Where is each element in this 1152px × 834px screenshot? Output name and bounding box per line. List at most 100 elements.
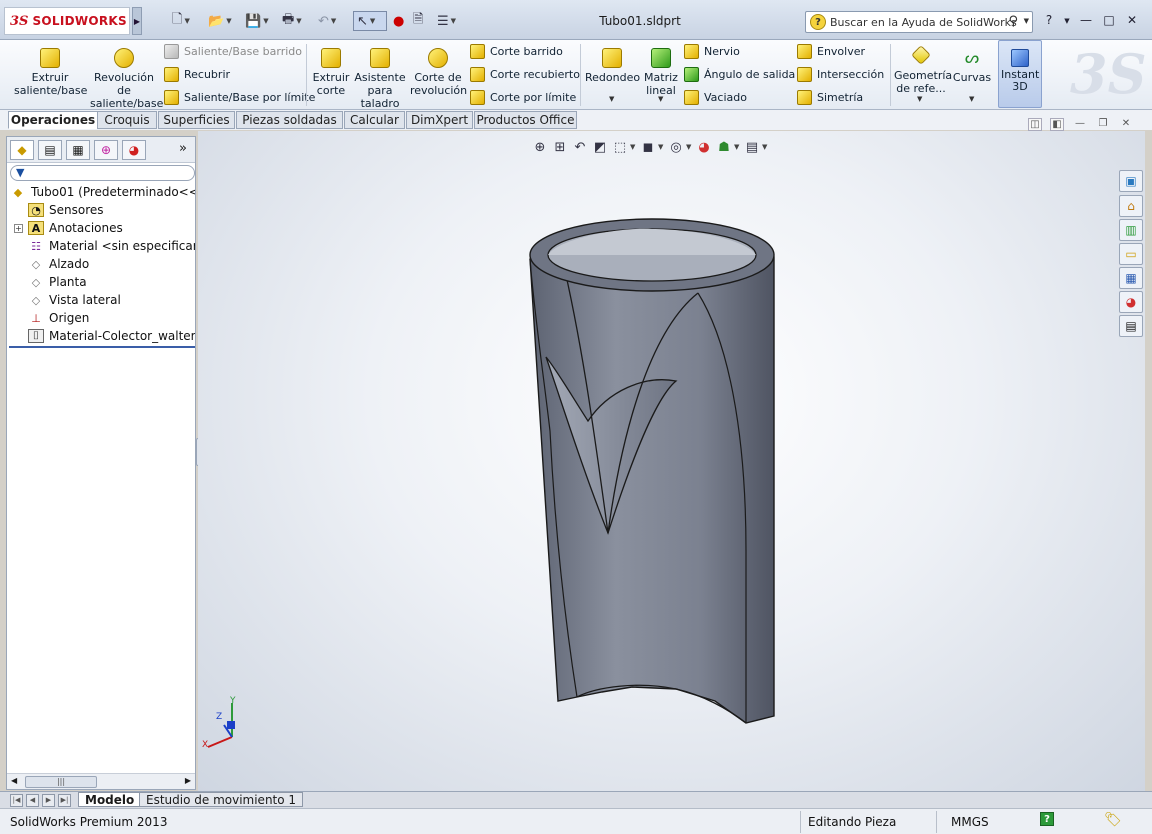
dimxpert-manager-tab[interactable]: ⊕ [94,140,118,160]
tree-item-material[interactable]: ☷ Material <sin especificar> - [28,237,195,255]
expand-anotaciones-icon[interactable]: + [14,224,23,233]
loft-button[interactable]: Recubrir [164,65,230,83]
viewport-minimize-icon[interactable]: — [1073,118,1087,131]
close-button[interactable]: ✕ [1123,13,1141,29]
boundary-boss-button[interactable]: Saliente/Base por límite [164,88,315,106]
undo-button[interactable]: ↶ ▼ [318,11,336,31]
fillet-button[interactable]: Redondeo [585,48,640,84]
rollback-bar[interactable] [9,346,195,348]
next-tab-icon[interactable]: ▶ [42,794,55,807]
tube-part-model[interactable] [198,131,1145,791]
search-icon[interactable]: ⚲ [1008,14,1018,29]
tree-item-sensores[interactable]: ◔ Sensores [28,201,195,219]
curves-button[interactable]: ᔕ Curvas [952,48,992,84]
wrap-button[interactable]: Envolver [797,42,865,60]
revolve-cut-button[interactable]: Corte de revolución [410,48,467,97]
file-explorer-tab[interactable]: ▭ [1119,243,1143,265]
extrude-boss-button[interactable]: Extruir saliente/base [14,48,87,97]
chevron-down-icon[interactable]: ▼ [226,17,231,25]
solidworks-logo[interactable]: 3S SOLIDWORKS [4,7,130,35]
scroll-left-icon[interactable]: ◀ [11,776,17,785]
select-button[interactable]: ↖ ▼ [353,11,387,31]
tree-item-anotaciones[interactable]: A Anotaciones [28,219,195,237]
tree-item-vista-lateral[interactable]: ◇ Vista lateral [28,291,195,309]
expand-panel-icon[interactable]: » [179,141,187,156]
viewport-maximize-icon[interactable]: ❐ [1096,118,1110,131]
file-properties-button[interactable]: 🗎 [413,11,423,31]
tree-item-alzado[interactable]: ◇ Alzado [28,255,195,273]
linear-pattern-button[interactable]: Matriz lineal [642,48,680,97]
help-search-input[interactable]: ? Buscar en la Ayuda de SolidWorks ⚲ ▼ [805,11,1033,33]
draft-button[interactable]: Ángulo de salida [684,65,795,83]
viewport-restore-icon[interactable]: ◫ [1028,118,1042,131]
linear-pattern-dropdown[interactable]: ▼ [658,95,663,103]
tree-filter-input[interactable]: ▼ [10,165,195,181]
tab-estudio-movimiento[interactable]: Estudio de movimiento 1 [139,792,304,807]
property-manager-tab[interactable]: ▤ [38,140,62,160]
intersect-button[interactable]: Intersección [797,65,884,83]
appearances-tab[interactable]: ◕ [1119,291,1143,313]
viewport-close-icon[interactable]: ✕ [1119,118,1133,131]
configuration-manager-tab[interactable]: ▦ [66,140,90,160]
help-menu-button[interactable]: ? [1040,13,1058,29]
fillet-dropdown[interactable]: ▼ [609,95,614,103]
solidworks-resources-tab[interactable]: ▣ [1119,170,1143,192]
revolve-boss-button[interactable]: Revolución de saliente/base [90,48,163,110]
hole-wizard-button[interactable]: Asistente para taladro [354,48,406,110]
tab-calcular[interactable]: Calcular [344,111,405,129]
design-library-tab[interactable]: ⌂ [1119,195,1143,217]
mirror-button[interactable]: Simetría [797,88,863,106]
tab-modelo[interactable]: Modelo [78,792,142,807]
chevron-down-icon[interactable]: ▼ [451,17,456,25]
quick-tips-icon[interactable]: ? [1040,812,1054,826]
open-button[interactable]: 📂 ▼ [208,11,232,31]
chevron-down-icon[interactable]: ▼ [263,17,268,25]
previous-tab-icon[interactable]: ◀ [26,794,39,807]
tree-item-material-colector[interactable]: ⌷ Material-Colector_walter-1 [28,327,195,345]
minimize-button[interactable]: — [1077,13,1095,29]
tab-superficies[interactable]: Superficies [158,111,235,129]
chevron-down-icon[interactable]: ▼ [331,17,336,25]
scrollbar-thumb[interactable]: ||| [25,776,97,788]
viewport-tile-icon[interactable]: ◧ [1050,118,1064,131]
tab-croquis[interactable]: Croquis [97,111,157,129]
tree-item-planta[interactable]: ◇ Planta [28,273,195,291]
curves-dropdown[interactable]: ▼ [969,95,974,103]
tab-operaciones[interactable]: Operaciones [8,111,98,129]
lofted-cut-button[interactable]: Corte recubierto [470,65,580,83]
tab-piezas-soldadas[interactable]: Piezas soldadas [236,111,343,129]
chevron-down-icon[interactable]: ▼ [1024,17,1029,25]
chevron-down-icon[interactable]: ▼ [370,17,375,25]
scroll-right-icon[interactable]: ▶ [185,776,191,785]
help-menu-dropdown[interactable]: ▼ [1058,17,1076,33]
tree-item-origen[interactable]: ⊥ Origen [28,309,195,327]
print-button[interactable]: 🖶 ▼ [282,11,302,31]
feature-manager-tab[interactable]: ◆ [10,140,34,160]
graphics-area[interactable]: ⊕ ⊞ ↶ ◩ ⬚ ▼ ◼ ▼ ◎ ▼ ◕ ☗ ▼ ▤ ▼ Y X Z [198,131,1145,791]
chevron-down-icon[interactable]: ▼ [296,17,301,25]
swept-cut-button[interactable]: Corte barrido [470,42,563,60]
new-document-button[interactable]: 🗋 ▼ [172,11,190,31]
first-tab-icon[interactable]: |◀ [10,794,23,807]
rebuild-button[interactable]: ● [393,11,404,31]
reference-geometry-dropdown[interactable]: ▼ [917,95,922,103]
display-manager-tab[interactable]: ◕ [122,140,146,160]
unit-system-button[interactable]: MMGS [951,813,989,831]
menu-expand-arrow[interactable]: ▶ [132,7,142,35]
save-button[interactable]: 💾 ▼ [245,11,269,31]
design-library-books-tab[interactable]: ▥ [1119,219,1143,241]
extrude-cut-button[interactable]: Extruir corte [311,48,351,97]
custom-properties-tab[interactable]: ▤ [1119,315,1143,337]
tree-horizontal-scrollbar[interactable]: ◀ ||| ▶ [7,773,195,789]
reference-geometry-button[interactable]: Geometría de refe... [894,45,952,95]
tree-root-part[interactable]: ◆ Tubo01 (Predeterminado<<Pr [10,183,195,201]
rib-button[interactable]: Nervio [684,42,740,60]
maximize-button[interactable]: □ [1100,13,1118,29]
last-tab-icon[interactable]: ▶| [58,794,71,807]
instant3d-toggle[interactable]: Instant 3D [998,40,1042,108]
swept-boss-button[interactable]: Saliente/Base barrido [164,42,302,60]
tab-productos-office[interactable]: Productos Office [474,111,577,129]
view-palette-tab[interactable]: ▦ [1119,267,1143,289]
boundary-cut-button[interactable]: Corte por límite [470,88,576,106]
shell-button[interactable]: Vaciado [684,88,747,106]
